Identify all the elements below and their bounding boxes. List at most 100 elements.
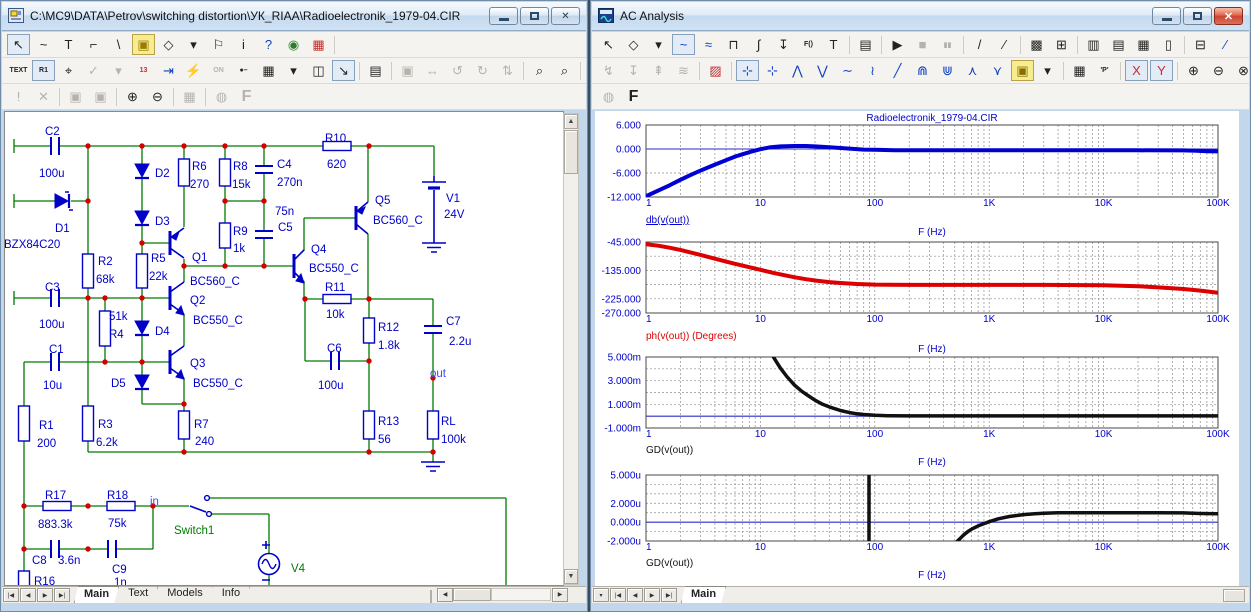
scroll-up-icon[interactable]: ▲ [564,114,578,129]
go-slope-button[interactable]: ╱ [886,60,909,81]
page-last-button[interactable]: ▶| [661,588,677,602]
browser-icon-button[interactable]: ◉ [282,34,305,55]
plot-select-dropdown-button[interactable]: ▾ [593,588,609,602]
rotate-ccw-button[interactable]: ↺ [446,60,469,81]
copy-to-front-button[interactable]: ▣ [64,86,87,107]
error-info-button[interactable]: ! [7,86,30,107]
find-next-button[interactable]: ⌕ [553,60,576,81]
info-mode-button[interactable]: i [232,34,255,55]
vip-mode-button[interactable]: ✓ [82,60,105,81]
cursor-mode-button[interactable]: ↘ [332,60,355,81]
resize-grip[interactable] [1223,589,1245,602]
component-bus-button[interactable]: ▣ [132,34,155,55]
probe-1-button[interactable]: ↯ [597,60,620,81]
help-mode-button[interactable]: ? [257,34,280,55]
text-button-button[interactable]: TEXT [7,60,30,81]
function-f-button[interactable]: F [622,86,645,107]
power-marker-button[interactable]: ⚡ [182,60,205,81]
split-window-button[interactable]: ◫ [307,60,330,81]
run-button[interactable]: ▶ [886,34,909,55]
trim-tool-button[interactable]: ⁄ [1214,34,1237,55]
horizontal-tag-button[interactable]: ⊓ [722,34,745,55]
animate-button[interactable]: ◍ [210,86,233,107]
polyline-tool-button[interactable]: ∕ [993,34,1016,55]
box-tool-button[interactable]: ▣ [396,60,419,81]
tag-delta-button[interactable]: ↧ [772,34,795,55]
grid-region-button[interactable]: ⊞ [1050,34,1073,55]
node-numbers-button[interactable]: 13 [132,60,155,81]
analysis-titlebar[interactable]: AC Analysis ✕ [592,2,1249,31]
page-next-button[interactable]: ▶ [37,588,53,602]
mirror-button[interactable]: ⇅ [496,60,519,81]
pages-button[interactable]: ▦ [178,86,201,107]
scroll-down-icon[interactable]: ▼ [564,569,578,584]
maximize-button[interactable] [520,7,549,25]
select-tool-button[interactable]: ↖ [7,34,30,55]
grid-dropdown-button[interactable]: ▾ [282,60,305,81]
buffer-dropdown-button[interactable]: ▾ [1036,60,1059,81]
numeric-output-button[interactable]: ▦ [1068,60,1091,81]
pattern-dots-button[interactable]: ▯ [1157,34,1180,55]
tab-info[interactable]: Info [213,586,250,602]
page-last-button[interactable]: ▶| [54,588,70,602]
cursor-display-button[interactable]: ▨ [704,60,727,81]
scope-mode-button[interactable]: ~ [672,34,695,55]
restore-button[interactable] [1183,7,1212,25]
page-first-button[interactable]: |◀ [3,588,19,602]
pin-markers-button[interactable]: ⌖ [57,60,80,81]
page-prev-button[interactable]: ◀ [627,588,643,602]
properties-button[interactable]: ▤ [854,34,877,55]
x-axis-scale-button[interactable]: X [1125,60,1148,81]
pattern-grid-button[interactable]: ▦ [1132,34,1155,55]
go-valleys-button[interactable]: ⋓ [936,60,959,81]
component-dropdown-button[interactable]: ▾ [182,34,205,55]
tab-models[interactable]: Models [158,586,212,602]
label-points-button[interactable]: 'P' [1093,60,1116,81]
schematic-drawing[interactable]: C2100uD1BZX84C20C3100uC110uR268kR522k51k… [5,113,563,585]
properties-button[interactable]: ▤ [364,60,387,81]
y-axis-scale-button[interactable]: Y [1150,60,1173,81]
copy-to-back-button[interactable]: ▣ [89,86,112,107]
scroll-right-icon[interactable]: ▶ [552,588,568,602]
current-marker-button[interactable]: ⇥ [157,60,180,81]
probe-3-button[interactable]: ⇞ [647,60,670,81]
cursor-left-button[interactable]: ⊹ [736,60,759,81]
rotate-cw-button[interactable]: ↻ [471,60,494,81]
error-clear-button[interactable]: ✕ [32,86,55,107]
text-mode-button[interactable]: T [57,34,80,55]
hscroll-thumb[interactable] [453,588,491,601]
minimize-button[interactable] [489,7,518,25]
zoom-out-button[interactable]: ⊖ [1207,60,1230,81]
component-shapes-button[interactable]: ◇ [157,34,180,55]
scroll-left-icon[interactable]: ◀ [437,588,453,602]
protection-icon-button[interactable]: ▦ [307,34,330,55]
select-region-button[interactable]: ▩ [1025,34,1048,55]
animate-button[interactable]: ◍ [597,86,620,107]
component-shapes-button[interactable]: ◇ [622,34,645,55]
wire-mode-button[interactable]: ~ [32,34,55,55]
go-bottom-button[interactable]: ⋎ [986,60,1009,81]
on-state-button[interactable]: ON [207,60,230,81]
page-next-button[interactable]: ▶ [644,588,660,602]
tab-main[interactable]: Main [681,586,726,603]
page-first-button[interactable]: |◀ [610,588,626,602]
diagonal-line-mode-button[interactable]: \ [107,34,130,55]
schematic-vscrollbar[interactable]: ▲ ▼ [563,113,579,585]
analysis-plots[interactable]: 6.0000.000-6.000-12.0001101001K10K100Kdb… [595,111,1239,586]
pattern-hlines-button[interactable]: ▤ [1107,34,1130,55]
close-button[interactable]: ✕ [1214,7,1243,25]
close-button[interactable]: ✕ [551,7,580,25]
attribute-text-button[interactable]: R1 [32,60,55,81]
function-f-button[interactable]: F [235,86,258,107]
pattern-vlines-button[interactable]: ▥ [1082,34,1105,55]
select-tool-button[interactable]: ↖ [597,34,620,55]
page-prev-button[interactable]: ◀ [20,588,36,602]
go-top-button[interactable]: ⋏ [961,60,984,81]
flag-mode-button[interactable]: ⚐ [207,34,230,55]
go-wave-small-button[interactable]: ∼ [836,60,859,81]
tag-function-button[interactable]: F() [797,34,820,55]
schematic-hscrollbar[interactable]: ◀ ▶ [436,587,568,602]
vip-dropdown-button[interactable]: ▾ [107,60,130,81]
line-tool-button[interactable]: / [968,34,991,55]
vertical-tag-button[interactable]: ∫ [747,34,770,55]
